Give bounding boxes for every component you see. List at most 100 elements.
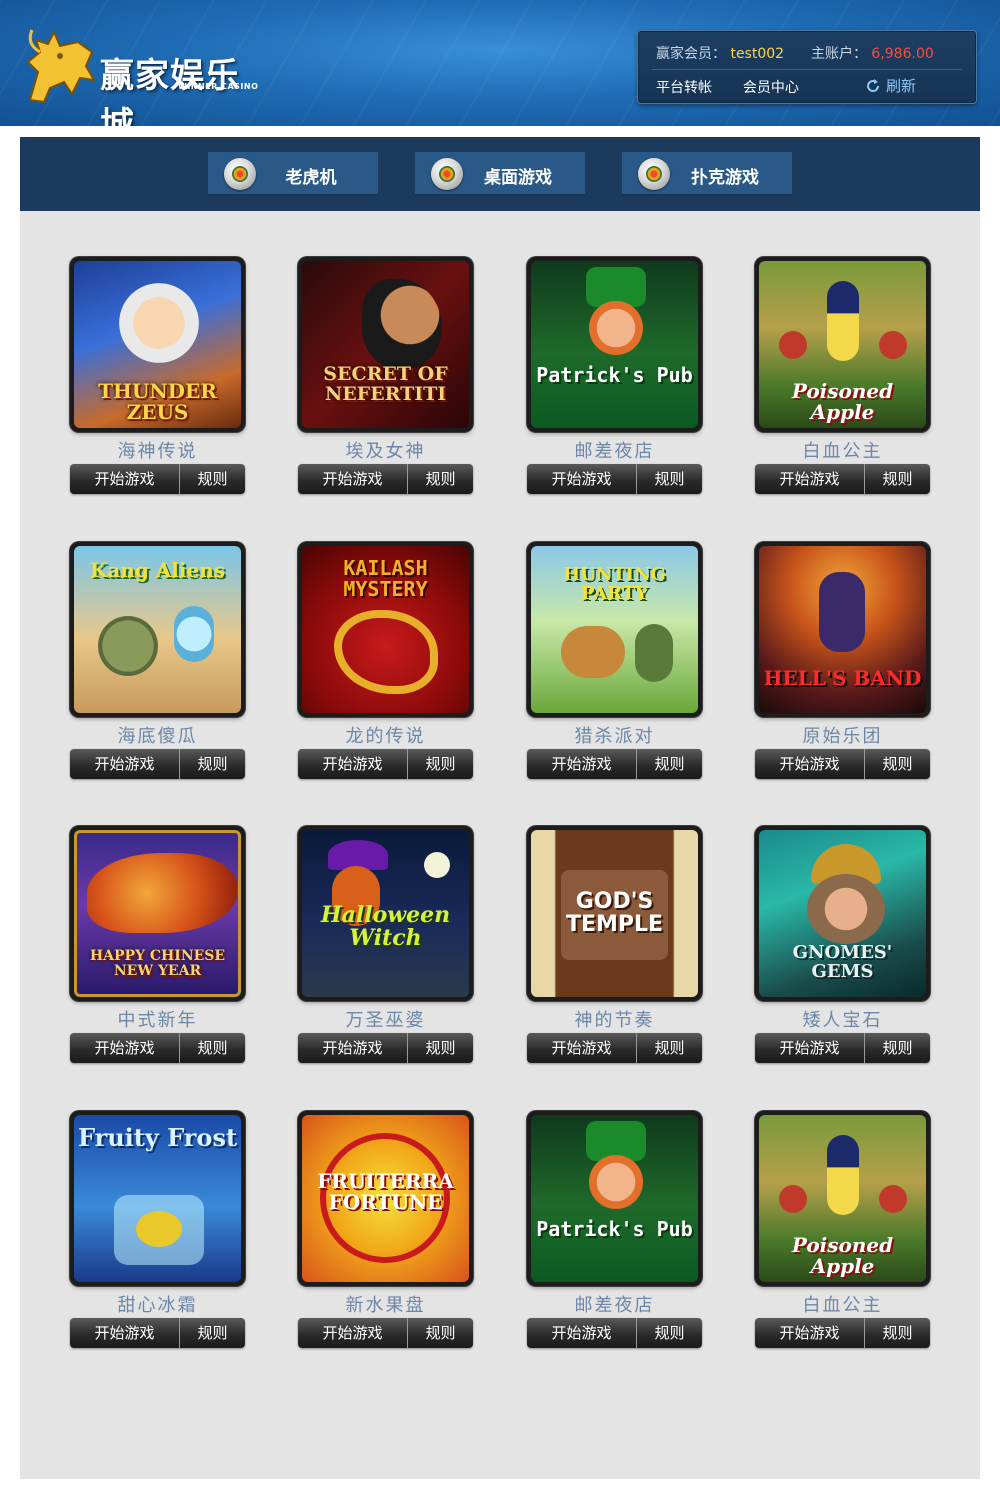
rules-button[interactable]: 规则 (408, 464, 473, 494)
game-art: Patrick's Pub (531, 261, 698, 428)
start-game-button[interactable]: 开始游戏 (70, 464, 179, 494)
start-game-button[interactable]: 开始游戏 (298, 464, 407, 494)
game-name: 邮差夜店 (574, 1295, 655, 1316)
rules-button[interactable]: 规则 (408, 1318, 473, 1348)
start-game-button[interactable]: 开始游戏 (527, 1033, 636, 1063)
game-art-title: Fruity Frost (77, 1123, 238, 1152)
game-name: 新水果盘 (345, 1295, 426, 1316)
game-card: THUNDER ZEUS 海神传说 开始游戏 规则 (70, 257, 245, 497)
refresh-label: 刷新 (886, 77, 917, 95)
game-card: Patrick's Pub 邮差夜店 开始游戏 规则 (527, 257, 702, 497)
start-game-button[interactable]: 开始游戏 (70, 749, 179, 779)
balance-label: 主账户： (810, 46, 867, 62)
game-art: KAILASH MYSTERY (302, 546, 469, 713)
game-actions: 开始游戏 规则 (527, 1318, 702, 1348)
start-game-button[interactable]: 开始游戏 (527, 1318, 636, 1348)
game-actions: 开始游戏 规则 (755, 464, 930, 494)
brand-logo[interactable]: 赢家娱乐城 WINNER CASINO (20, 22, 270, 126)
tab-label: 老虎机 (285, 168, 337, 188)
game-thumbnail[interactable]: HELL'S BAND (755, 542, 930, 717)
start-game-button[interactable]: 开始游戏 (70, 1318, 179, 1348)
game-name: 猎杀派对 (574, 726, 655, 747)
start-game-button[interactable]: 开始游戏 (755, 749, 864, 779)
game-thumbnail[interactable]: GNOMES' GEMS (755, 826, 930, 1001)
rules-button[interactable]: 规则 (637, 1033, 702, 1063)
game-thumbnail[interactable]: HUNTING PARTY (527, 542, 702, 717)
game-card: Poisoned Apple 白血公主 开始游戏 规则 (755, 257, 930, 497)
rules-button[interactable]: 规则 (865, 749, 930, 779)
game-card: HAPPY CHINESE NEW YEAR 中式新年 开始游戏 规则 (70, 826, 245, 1066)
game-art-title: Poisoned Apple (791, 1233, 894, 1278)
member-name: test002 (730, 46, 785, 62)
game-thumbnail[interactable]: KAILASH MYSTERY (298, 542, 473, 717)
game-thumbnail[interactable]: Poisoned Apple (755, 257, 930, 432)
game-actions: 开始游戏 规则 (755, 749, 930, 779)
game-thumbnail[interactable]: Halloween Witch (298, 826, 473, 1001)
game-art-title: HAPPY CHINESE NEW YEAR (89, 948, 226, 979)
game-art-title: KAILASH MYSTERY (343, 556, 428, 601)
refresh-button[interactable]: 刷新 (866, 75, 916, 96)
start-game-button[interactable]: 开始游戏 (298, 749, 407, 779)
game-thumbnail[interactable]: Fruity Frost (70, 1111, 245, 1286)
rules-button[interactable]: 规则 (637, 1318, 702, 1348)
rules-button[interactable]: 规则 (408, 1033, 473, 1063)
tab-slots[interactable]: 老虎机 (208, 152, 378, 196)
game-name: 万圣巫婆 (345, 1010, 426, 1031)
game-actions: 开始游戏 规则 (755, 1033, 930, 1063)
game-thumbnail[interactable]: Patrick's Pub (527, 1111, 702, 1286)
game-actions: 开始游戏 规则 (298, 1033, 473, 1063)
rules-button[interactable]: 规则 (865, 464, 930, 494)
game-name: 龙的传说 (345, 726, 426, 747)
rules-button[interactable]: 规则 (865, 1318, 930, 1348)
refresh-icon (867, 79, 880, 92)
start-game-button[interactable]: 开始游戏 (527, 749, 636, 779)
game-actions: 开始游戏 规则 (298, 464, 473, 494)
start-game-button[interactable]: 开始游戏 (527, 464, 636, 494)
start-game-button[interactable]: 开始游戏 (70, 1033, 179, 1063)
game-thumbnail[interactable]: THUNDER ZEUS (70, 257, 245, 432)
rules-button[interactable]: 规则 (180, 1318, 245, 1348)
start-game-button[interactable]: 开始游戏 (755, 1318, 864, 1348)
rules-button[interactable]: 规则 (180, 1033, 245, 1063)
start-game-button[interactable]: 开始游戏 (755, 1033, 864, 1063)
game-art: SECRET OF NEFERTITI (302, 261, 469, 428)
tab-table-games[interactable]: 桌面游戏 (415, 152, 585, 196)
game-card: Poisoned Apple 白血公主 开始游戏 规则 (755, 1111, 930, 1351)
start-game-button[interactable]: 开始游戏 (755, 464, 864, 494)
game-name: 海底傻瓜 (117, 726, 198, 747)
game-art-title: Poisoned Apple (791, 379, 894, 424)
account-divider (652, 69, 962, 70)
rules-button[interactable]: 规则 (408, 749, 473, 779)
game-thumbnail[interactable]: SECRET OF NEFERTITI (298, 257, 473, 432)
game-thumbnail[interactable]: FRUITERRA FORTUNE (298, 1111, 473, 1286)
rules-button[interactable]: 规则 (637, 749, 702, 779)
game-art: GNOMES' GEMS (759, 830, 926, 997)
platform-transfer-link[interactable]: 平台转帐 (656, 80, 712, 96)
site-header: 赢家娱乐城 WINNER CASINO 赢家会员： test002 主账户： 6… (0, 0, 1000, 126)
game-grid: THUNDER ZEUS 海神传说 开始游戏 规则 SECRET OF NEFE… (20, 211, 980, 1479)
member-label: 赢家会员： (656, 46, 726, 62)
game-art-title: Halloween Witch (320, 902, 451, 952)
start-game-button[interactable]: 开始游戏 (298, 1033, 407, 1063)
game-thumbnail[interactable]: Poisoned Apple (755, 1111, 930, 1286)
start-game-button[interactable]: 开始游戏 (298, 1318, 407, 1348)
game-actions: 开始游戏 规则 (70, 749, 245, 779)
game-thumbnail[interactable]: Patrick's Pub (527, 257, 702, 432)
game-art: Poisoned Apple (759, 261, 926, 428)
account-panel: 赢家会员： test002 主账户： 6,986.00 平台转帐 会员中心 刷新 (637, 30, 977, 104)
game-thumbnail[interactable]: HAPPY CHINESE NEW YEAR (70, 826, 245, 1001)
game-actions: 开始游戏 规则 (70, 464, 245, 494)
game-thumbnail[interactable]: GOD'S TEMPLE (527, 826, 702, 1001)
rules-button[interactable]: 规则 (180, 464, 245, 494)
game-name: 埃及女神 (345, 441, 426, 462)
game-actions: 开始游戏 规则 (527, 1033, 702, 1063)
member-center-link[interactable]: 会员中心 (743, 80, 799, 96)
game-art-title: FRUITERRA FORTUNE (317, 1169, 454, 1214)
game-thumbnail[interactable]: Kang Aliens (70, 542, 245, 717)
rules-button[interactable]: 规则 (180, 749, 245, 779)
rules-button[interactable]: 规则 (865, 1033, 930, 1063)
rules-button[interactable]: 规则 (637, 464, 702, 494)
tab-poker-games[interactable]: 扑克游戏 (622, 152, 792, 196)
tab-label: 桌面游戏 (484, 168, 552, 188)
game-art: HELL'S BAND (759, 546, 926, 713)
